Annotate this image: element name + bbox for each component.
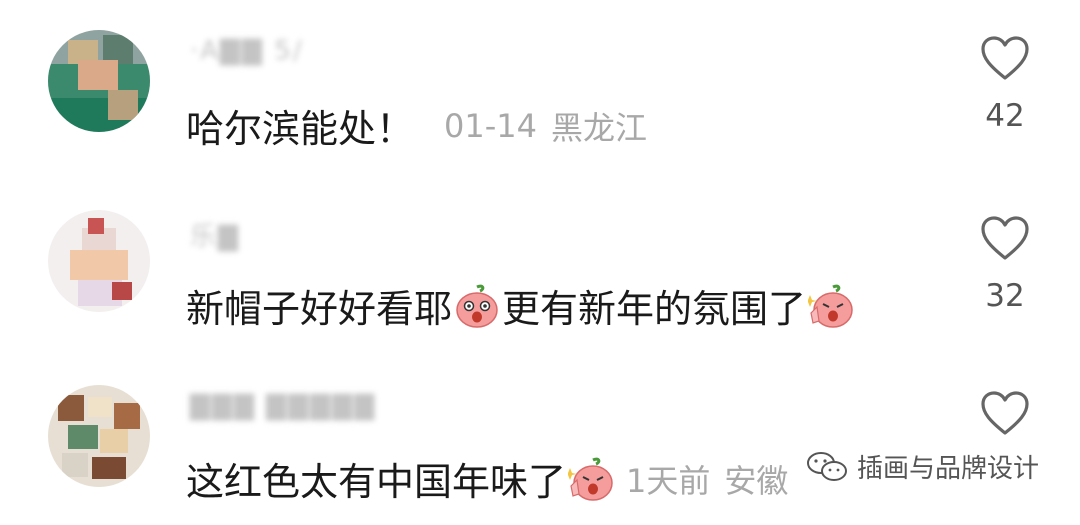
comment-item: ▇▇▇ ▇▇▇▇▇ 这红色太有中国年味了 1天前 安徽 (0, 355, 1080, 525)
watermark: 插画与品牌设计 (805, 448, 1039, 485)
wechat-icon (807, 451, 847, 481)
heart-icon[interactable] (980, 391, 1030, 437)
comment-location: 安徽 (724, 461, 789, 500)
like-count: 42 (985, 98, 1025, 134)
username[interactable]: ·A▇▇ 5∕ (190, 36, 304, 70)
heart-icon[interactable] (980, 216, 1030, 262)
username[interactable]: ▇▇▇ ▇▇▇▇▇ (190, 391, 376, 425)
comment-body: 这红色太有中国年味了 (186, 460, 567, 504)
watermark-text: 插画与品牌设计 (857, 454, 1040, 484)
comment-text: 这红色太有中国年味了 1天前 安徽 (186, 451, 788, 506)
avatar[interactable] (48, 210, 150, 312)
avatar[interactable] (48, 30, 150, 132)
comment-body: 哈尔滨能处！ (186, 107, 415, 151)
comment-body-part: 更有新年的氛围了 (502, 287, 807, 331)
excited-face-emoji-icon (808, 284, 853, 328)
heart-icon[interactable] (980, 36, 1030, 82)
comment-text: 新帽子好好看耶 更有新年的氛围了 (186, 278, 856, 333)
comment-date: 1天前 (626, 461, 711, 500)
excited-face-emoji-icon (568, 457, 613, 501)
avatar[interactable] (48, 385, 150, 487)
like-count: 32 (985, 278, 1025, 314)
comment-item: 乐▇ 新帽子好好看耶 更有新年的氛围了 32 (0, 180, 1080, 350)
comment-item: ·A▇▇ 5∕ 哈尔滨能处！ 01-14 黑龙江 42 (0, 0, 1080, 170)
surprised-face-emoji-icon (456, 284, 498, 328)
comment-date: 01-14 (444, 106, 537, 145)
comment-text: 哈尔滨能处！ 01-14 黑龙江 (186, 98, 647, 153)
username[interactable]: 乐▇ (190, 216, 240, 252)
comment-body-part: 新帽子好好看耶 (186, 287, 453, 331)
comment-location: 黑龙江 (551, 108, 648, 147)
